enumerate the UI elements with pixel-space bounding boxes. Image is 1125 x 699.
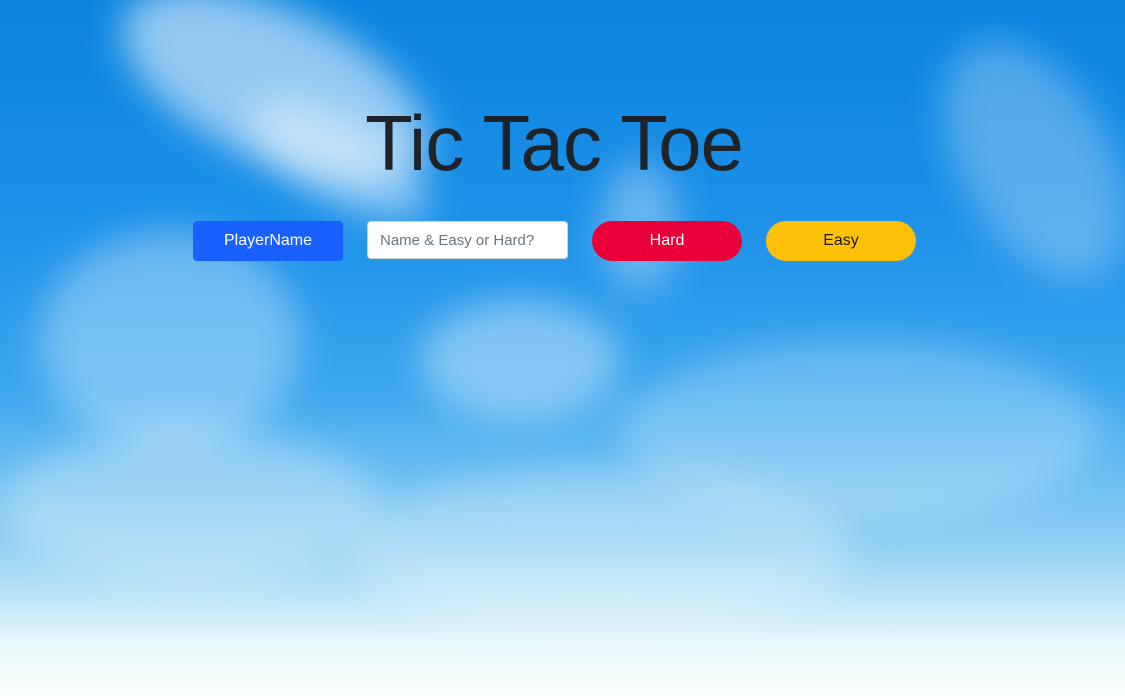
page-title: Tic Tac Toe	[365, 99, 744, 187]
cloud	[420, 300, 620, 420]
easy-button[interactable]: Easy	[766, 221, 916, 261]
player-name-button[interactable]: PlayerName	[193, 221, 343, 261]
cloud	[40, 230, 300, 450]
cloud	[350, 470, 850, 630]
hard-button[interactable]: Hard	[592, 221, 742, 261]
player-name-input[interactable]	[367, 221, 568, 259]
cloud	[0, 430, 380, 580]
